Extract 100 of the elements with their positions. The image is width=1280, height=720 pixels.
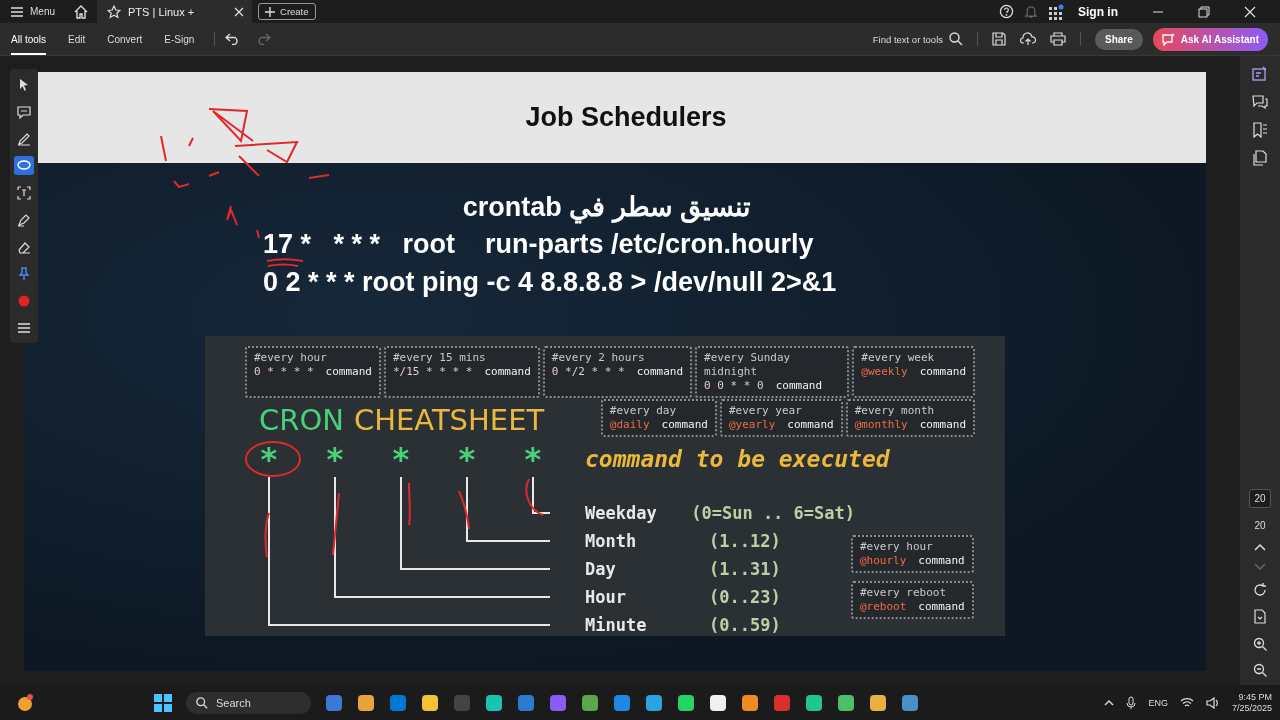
slide-heading: تنسيق سطر في crontab (462, 191, 752, 225)
app-icon[interactable] (836, 693, 855, 712)
example-comment: #every 15 mins (392, 351, 487, 365)
cloud-upload-icon[interactable] (1020, 32, 1036, 46)
bookmark-icon[interactable] (1252, 122, 1268, 138)
field-range: (0..23) (709, 587, 781, 607)
toolbar-tab[interactable]: All tools (11, 23, 46, 55)
edit-panel-icon[interactable] (1252, 66, 1268, 82)
field-range: (1..31) (709, 559, 781, 579)
example-comment: #every day (609, 404, 678, 418)
search-field[interactable]: Search (186, 691, 311, 714)
example-schedule: @daily (609, 418, 650, 432)
app-icon[interactable] (644, 693, 663, 712)
field-name: Day (585, 559, 617, 579)
field-range: (0=Sun .. 6=Sat) (691, 503, 855, 523)
toolbar-tab[interactable]: E-Sign (164, 23, 195, 55)
wifi-icon[interactable] (1179, 697, 1194, 708)
save-icon[interactable] (992, 32, 1006, 46)
crontab-line: 17 * * * * root run-parts /etc/cron.hourly (263, 228, 815, 261)
command-label: command to be executed (585, 446, 890, 472)
example-command: command (661, 418, 708, 432)
page-count: 20 (1254, 520, 1266, 531)
pages-icon[interactable] (1252, 150, 1268, 166)
dot-icon (17, 293, 31, 308)
rotate-icon[interactable] (1253, 583, 1267, 597)
app-icon[interactable] (708, 693, 727, 712)
app-icon[interactable] (740, 693, 759, 712)
maximize-icon[interactable] (1198, 5, 1210, 18)
search-icon[interactable] (949, 32, 963, 46)
example-comment: #every hour (860, 540, 934, 554)
app-icon[interactable] (420, 693, 439, 712)
comments-icon[interactable] (1252, 94, 1268, 110)
example-schedule: @reboot (860, 600, 907, 614)
field-asterisk: * (457, 442, 477, 476)
crontab-line: 0 2 * * * root ping -c 4 8.8.8.8 > /dev/null 2>&1 (263, 266, 838, 299)
share-button[interactable]: Share (1095, 28, 1143, 50)
marker-icon (17, 212, 31, 227)
create-button[interactable]: Create (258, 3, 316, 20)
example-command: command (787, 418, 834, 432)
chevron-up-icon[interactable] (1254, 543, 1266, 551)
app-icon[interactable] (868, 693, 887, 712)
example-command: command (919, 418, 966, 432)
ai-assistant-button[interactable]: Ask AI Assistant (1152, 27, 1268, 51)
field-name: Hour (585, 587, 627, 607)
example-comment: #every week (861, 351, 936, 365)
app-icon[interactable] (356, 693, 375, 712)
app-icon[interactable] (676, 693, 695, 712)
chat-sparkle-icon (1161, 32, 1176, 46)
menu-icon (17, 320, 31, 335)
tool-button[interactable] (14, 183, 34, 202)
apps-icon[interactable] (1048, 3, 1064, 20)
close-icon[interactable] (1244, 5, 1256, 18)
microphone-icon[interactable] (1126, 695, 1137, 710)
cheatsheet-title: CHEATSHEET (353, 403, 545, 437)
clock-time[interactable]: 9:45 PM (1238, 691, 1272, 703)
menu-icon (10, 5, 24, 18)
zoom-in-icon[interactable] (1253, 637, 1267, 651)
app-icon[interactable] (484, 693, 503, 712)
speaker-icon[interactable] (1205, 696, 1220, 709)
field-asterisk: * (259, 442, 279, 476)
redo-icon[interactable] (255, 33, 272, 45)
search-icon (196, 696, 208, 709)
home-icon[interactable] (73, 3, 89, 20)
sign-in-button[interactable]: Sign in (1078, 4, 1118, 19)
toolbar-tab[interactable]: Convert (107, 23, 143, 55)
zoom-out-icon[interactable] (1253, 663, 1267, 677)
page-number-field[interactable]: 20 (1249, 489, 1271, 508)
page-fit-icon[interactable] (1253, 609, 1267, 625)
tool-button[interactable] (14, 156, 34, 175)
comment-icon (17, 104, 31, 119)
language-indicator[interactable]: ENG (1148, 697, 1168, 708)
windows-icon[interactable] (154, 693, 172, 712)
print-icon[interactable] (1050, 32, 1066, 46)
field-asterisk: * (325, 442, 345, 476)
app-icon[interactable] (580, 693, 599, 712)
document-tab[interactable]: PTS | Linux + (97, 0, 252, 23)
example-comment: #every year (728, 404, 803, 418)
example-comment: #every hour (254, 351, 328, 365)
field-range: (1..12) (709, 531, 781, 551)
field-name: Month (585, 531, 638, 551)
example-schedule: 0 */2 * * * (551, 365, 625, 379)
app-icon[interactable] (804, 693, 823, 712)
chevron-up-icon[interactable] (1104, 699, 1115, 706)
field-name: Minute (585, 615, 648, 635)
example-schedule: @weekly (861, 365, 908, 379)
star-icon (107, 4, 121, 19)
example-schedule: @hourly (860, 554, 907, 568)
cheatsheet-title: CRON (259, 403, 344, 437)
example-comment: #every 2 hours (551, 351, 646, 365)
find-label[interactable]: Find text or tools (872, 33, 943, 45)
bell-icon[interactable] (1024, 4, 1038, 19)
toolbar-tab[interactable]: Edit (68, 23, 86, 55)
close-icon[interactable] (234, 6, 244, 17)
menu-button[interactable]: Menu (10, 5, 55, 18)
example-schedule: 0 * * * * (254, 365, 314, 379)
chevron-down-icon[interactable] (1254, 563, 1266, 571)
weather-icon[interactable] (15, 692, 35, 713)
help-icon[interactable] (999, 4, 1014, 19)
example-comment: #every reboot (860, 586, 948, 600)
clock-date[interactable]: 7/25/2025 (1231, 702, 1272, 714)
